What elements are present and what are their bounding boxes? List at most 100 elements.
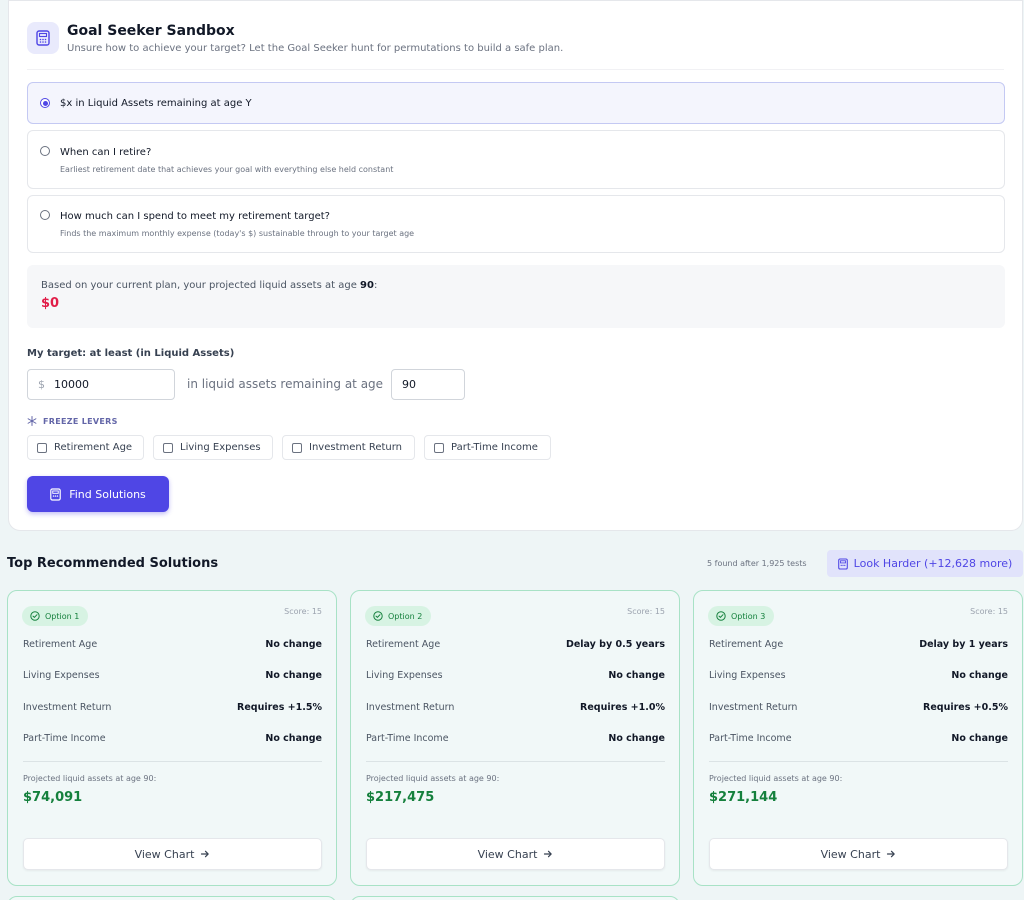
solution-card-2: Option 2 Score: 15 Retirement Age Delay by … [350,590,680,886]
header-divider [27,69,1004,70]
solution-card-3: Option 3 Score: 15 Retirement Age Delay by … [693,590,1023,886]
solution-row-value: No change [265,670,322,681]
solution-row-label: Retirement Age [23,639,98,650]
find-solutions-button[interactable]: Find Solutions [27,476,169,512]
solution-card-peek [7,896,337,900]
view-chart-label: View Chart [134,847,195,861]
option-badge: Option 2 [365,606,432,626]
projected-value: $217,475 [366,790,435,805]
mode-option-when-retire[interactable]: When can I retire? Earliest retirement d… [27,130,1005,189]
target-amount-input[interactable]: $ 10000 [27,369,175,400]
solutions-meta: 5 found after 1,925 tests [707,559,807,568]
checkbox[interactable] [37,442,47,453]
projected-label: Projected liquid assets at age 90: [709,774,843,783]
solution-card-peek [350,896,680,900]
solution-row: Living Expenses No change [709,670,1008,681]
solution-row-label: Investment Return [709,702,798,713]
view-chart-button[interactable]: View Chart [709,838,1008,870]
projected-value: $74,091 [23,790,83,805]
solution-row-label: Living Expenses [709,670,786,681]
checkbox[interactable] [434,442,444,453]
solution-row-value: Requires +0.5% [923,702,1008,713]
card-divider [23,761,322,762]
currency-symbol: $ [38,378,45,391]
freeze-lever-retirement-age[interactable]: Retirement Age [27,435,144,460]
freeze-levers-heading: FREEZE LEVERS [27,416,118,426]
solution-row-value: Delay by 0.5 years [565,639,665,650]
projection-value: $0 [41,296,60,311]
solution-row: Retirement Age Delay by 1 years [709,639,1008,650]
target-age-value: 90 [402,378,416,391]
view-chart-label: View Chart [477,847,538,861]
target-middle-text: in liquid assets remaining at age [187,377,384,391]
goal-seeker-panel: Goal Seeker Sandbox Unsure how to achiev… [8,0,1023,531]
checkbox[interactable] [163,442,173,453]
arrow-right-icon [201,850,210,858]
solution-row-label: Retirement Age [366,639,441,650]
find-solutions-label: Find Solutions [69,487,146,501]
solution-row: Investment Return Requires +1.5% [23,702,322,713]
mode-radio[interactable] [40,98,50,108]
solution-row-label: Living Expenses [23,670,100,681]
mode-option-description: Earliest retirement date that achieves y… [60,165,394,174]
projection-summary: Based on your current plan, your project… [27,265,1005,328]
lever-label: Investment Return [309,442,403,453]
solution-row: Living Expenses No change [23,670,322,681]
projected-label: Projected liquid assets at age 90: [23,774,157,783]
solution-row: Part-Time Income No change [366,733,665,744]
mode-option-liquid-assets[interactable]: $x in Liquid Assets remaining at age Y [27,82,1005,124]
option-badge: Option 1 [22,606,89,626]
solution-row-value: No change [951,733,1008,744]
solution-row-label: Investment Return [366,702,455,713]
solution-row-label: Part-Time Income [366,733,449,744]
target-age-input[interactable]: 90 [391,369,465,400]
look-harder-label: Look Harder (+12,628 more) [853,557,1013,570]
view-chart-button[interactable]: View Chart [23,838,322,870]
solution-row-value: No change [608,733,665,744]
arrow-right-icon [544,850,553,858]
solution-row-label: Part-Time Income [23,733,106,744]
solution-row-value: No change [608,670,665,681]
mode-option-max-spend[interactable]: How much can I spend to meet my retireme… [27,195,1005,253]
mode-radio[interactable] [40,210,50,220]
solution-row-label: Retirement Age [709,639,784,650]
check-circle-icon [716,611,726,621]
projection-text: Based on your current plan, your project… [41,280,378,291]
lever-label: Part-Time Income [451,442,538,453]
solution-row-value: No change [265,733,322,744]
mode-option-description: Finds the maximum monthly expense (today… [60,229,415,238]
option-label: Option 2 [388,611,423,621]
solution-row-label: Investment Return [23,702,112,713]
solution-row: Investment Return Requires +1.0% [366,702,665,713]
look-harder-button[interactable]: Look Harder (+12,628 more) [827,550,1023,577]
card-divider [366,761,665,762]
mode-radio[interactable] [40,146,50,156]
freeze-lever-investment-return[interactable]: Investment Return [282,435,415,460]
freeze-lever-living-expenses[interactable]: Living Expenses [153,435,273,460]
view-chart-button[interactable]: View Chart [366,838,665,870]
target-amount-value: 10000 [54,378,89,391]
solution-row-value: Requires +1.5% [237,702,322,713]
calculator-icon [50,487,62,501]
solution-row-value: Requires +1.0% [580,702,665,713]
freeze-lever-part-time-income[interactable]: Part-Time Income [424,435,551,460]
snowflake-icon [27,416,37,426]
mode-option-label: $x in Liquid Assets remaining at age Y [60,98,252,109]
projected-label: Projected liquid assets at age 90: [366,774,500,783]
option-label: Option 1 [45,611,80,621]
card-divider [709,761,1008,762]
projection-age: 90 [360,280,374,291]
view-chart-label: View Chart [820,847,881,861]
solution-row: Living Expenses No change [366,670,665,681]
mode-option-label: How much can I spend to meet my retireme… [60,211,330,222]
checkbox[interactable] [292,442,302,453]
target-label: My target: at least (in Liquid Assets) [27,348,235,359]
option-score: Score: 15 [627,607,665,616]
arrow-right-icon [887,850,896,858]
solution-row-value: No change [951,670,1008,681]
lever-label: Retirement Age [54,442,133,453]
projected-value: $271,144 [709,790,778,805]
solutions-title: Top Recommended Solutions [7,556,219,571]
solution-row-value: No change [265,639,322,650]
page-title: Goal Seeker Sandbox [67,23,235,39]
